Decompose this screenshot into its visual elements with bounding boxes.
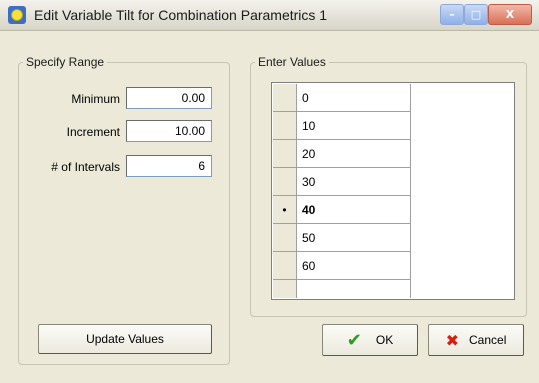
app-icon xyxy=(8,6,26,24)
maximize-button[interactable]: □ xyxy=(464,4,488,25)
minimum-label: Minimum xyxy=(71,92,120,106)
grid-row-new[interactable] xyxy=(273,280,411,298)
specify-range-legend: Specify Range xyxy=(26,55,105,69)
row-header[interactable] xyxy=(273,112,297,140)
increment-label: Increment xyxy=(66,125,120,139)
value-cell[interactable]: 20 xyxy=(297,140,411,168)
grid-row[interactable]: 0 xyxy=(273,84,411,112)
checkmark-icon: ✔ xyxy=(346,329,362,351)
cancel-button-content: ✖ Cancel xyxy=(429,325,523,355)
row-header[interactable] xyxy=(273,224,297,252)
value-cell[interactable]: 30 xyxy=(297,168,411,196)
value-cell[interactable]: 60 xyxy=(297,252,411,280)
grid-row-selected[interactable]: • 40 xyxy=(273,196,411,224)
value-cell[interactable]: 0 xyxy=(297,84,411,112)
minimize-icon: – xyxy=(449,8,455,21)
value-cell-selected[interactable]: 40 xyxy=(297,196,411,224)
grid-row[interactable]: 10 xyxy=(273,112,411,140)
row-header[interactable] xyxy=(273,168,297,196)
update-values-button[interactable]: Update Values xyxy=(38,324,212,354)
intervals-label: # of Intervals xyxy=(51,160,120,174)
ok-button-content: ✔ OK xyxy=(323,325,417,355)
row-header[interactable] xyxy=(273,252,297,280)
value-cell[interactable]: 50 xyxy=(297,224,411,252)
row-header[interactable] xyxy=(273,84,297,112)
title-bar: Edit Variable Tilt for Combination Param… xyxy=(0,0,539,31)
maximize-icon: □ xyxy=(470,8,482,21)
row-header-current-marker[interactable]: • xyxy=(273,196,297,224)
cancel-label: Cancel xyxy=(469,333,507,347)
intervals-field[interactable] xyxy=(126,155,212,177)
cancel-x-icon: ✖ xyxy=(445,330,460,350)
grid-row[interactable]: 20 xyxy=(273,140,411,168)
grid-row[interactable]: 30 xyxy=(273,168,411,196)
value-cell[interactable] xyxy=(297,280,411,298)
window-title: Edit Variable Tilt for Combination Param… xyxy=(34,7,328,23)
close-button[interactable]: X xyxy=(488,4,532,25)
values-grid[interactable]: 0 10 20 30 • 40 50 60 xyxy=(271,82,515,300)
close-icon: X xyxy=(505,8,515,21)
cancel-button[interactable]: ✖ Cancel xyxy=(428,324,524,356)
enter-values-legend: Enter Values xyxy=(258,55,326,69)
row-header[interactable] xyxy=(273,140,297,168)
ok-label: OK xyxy=(375,333,394,347)
increment-field[interactable] xyxy=(126,120,212,142)
grid-row[interactable]: 50 xyxy=(273,224,411,252)
value-cell[interactable]: 10 xyxy=(297,112,411,140)
ok-button[interactable]: ✔ OK xyxy=(322,324,418,356)
app-icon-sun xyxy=(11,9,23,21)
minimize-button[interactable]: – xyxy=(440,4,464,25)
minimum-field[interactable] xyxy=(126,87,212,109)
grid-row[interactable]: 60 xyxy=(273,252,411,280)
row-header[interactable] xyxy=(273,280,297,298)
